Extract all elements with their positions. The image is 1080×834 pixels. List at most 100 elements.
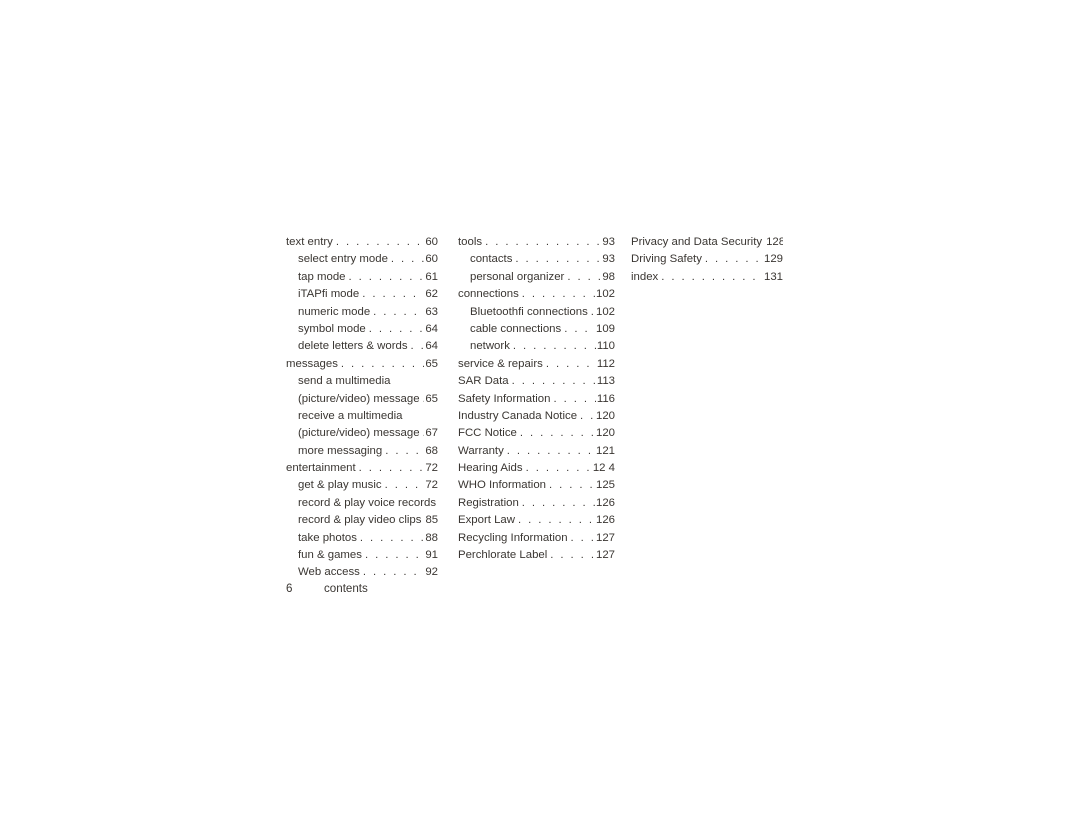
toc-entry[interactable]: Warranty 121 <box>458 443 615 460</box>
toc-entry-page-number: 131 <box>763 270 783 283</box>
toc-entry[interactable]: fun & games 91 <box>286 547 438 564</box>
toc-entry-page-number: 62 <box>425 288 438 301</box>
toc-entry[interactable]: Recycling Information 127 <box>458 530 615 547</box>
toc-entry-label: tap mode <box>298 270 346 283</box>
toc-dot-leader <box>385 443 424 460</box>
toc-entry[interactable]: send a multimedia <box>286 373 438 390</box>
toc-entry[interactable]: Safety Information 116 <box>458 391 615 408</box>
toc-dot-leader <box>567 269 601 286</box>
toc-entry[interactable]: personal organizer 98 <box>458 269 615 286</box>
toc-dot-leader <box>391 251 424 268</box>
toc-dot-leader <box>359 460 425 477</box>
toc-entry[interactable]: index 131 <box>631 269 783 286</box>
toc-entry[interactable]: connections 102 <box>458 286 615 303</box>
toc-column-2: tools 93 contacts 93 personal organizer 98 con… <box>458 234 615 564</box>
toc-entry-label: Web access <box>298 566 360 579</box>
toc-entry-page-number: 127 <box>595 531 615 544</box>
toc-entry-label: entertainment <box>286 462 356 475</box>
toc-entry-label: service & repairs <box>458 357 543 370</box>
toc-entry[interactable]: symbol mode 64 <box>286 321 438 338</box>
toc-entry-label: more messaging <box>298 444 383 457</box>
toc-dot-leader <box>411 338 425 355</box>
toc-dot-leader <box>553 391 595 408</box>
toc-dot-leader <box>526 460 592 477</box>
toc-entry-page-number: 102 <box>595 288 615 301</box>
toc-entry-page-number: 65 <box>425 357 438 370</box>
toc-entry[interactable]: record & play voice records84 <box>286 495 438 512</box>
toc-entry[interactable]: Driving Safety 129 <box>631 251 783 268</box>
toc-entry[interactable]: text entry 60 <box>286 234 438 251</box>
toc-entry-label: Perchlorate Label <box>458 549 548 562</box>
toc-dot-leader <box>507 443 595 460</box>
toc-entry[interactable]: (picture/video) message 65 <box>286 391 438 408</box>
toc-entry[interactable]: more messaging 68 <box>286 443 438 460</box>
toc-entry-label: contacts <box>470 253 513 266</box>
toc-dot-leader <box>705 251 763 268</box>
toc-entry-page-number: 61 <box>425 270 438 283</box>
folio-page-number: 6 <box>286 582 293 595</box>
toc-entry[interactable]: Perchlorate Label 127 <box>458 547 615 564</box>
toc-entry[interactable]: Web access 92 <box>286 564 438 581</box>
toc-entry[interactable]: select entry mode 60 <box>286 251 438 268</box>
toc-entry-label: numeric mode <box>298 305 371 318</box>
toc-entry[interactable]: FCC Notice 120 <box>458 425 615 442</box>
toc-entry-page-number: 120 <box>595 409 615 422</box>
toc-entry[interactable]: iTAPfi mode 62 <box>286 286 438 303</box>
toc-dot-leader <box>513 338 596 355</box>
toc-entry[interactable]: record & play video clips 85 <box>286 512 438 529</box>
toc-entry[interactable]: cable connections 109 <box>458 321 615 338</box>
toc-entry-page-number: 121 <box>595 444 615 457</box>
toc-dot-leader <box>522 286 595 303</box>
toc-entry[interactable]: get & play music 72 <box>286 477 438 494</box>
toc-entry-page-number: 125 <box>595 479 615 492</box>
toc-entry[interactable]: network 110 <box>458 338 615 355</box>
toc-entry[interactable]: entertainment 72 <box>286 460 438 477</box>
toc-entry[interactable]: (picture/video) message 67 <box>286 425 438 442</box>
toc-entry-page-number: 91 <box>425 549 438 562</box>
toc-dot-leader <box>360 530 424 547</box>
toc-dot-leader <box>385 477 425 494</box>
toc-dot-leader <box>373 304 424 321</box>
toc-entry[interactable]: messages 65 <box>286 356 438 373</box>
toc-entry[interactable]: tools 93 <box>458 234 615 251</box>
toc-entry-label: symbol mode <box>298 322 366 335</box>
toc-dot-leader <box>349 269 425 286</box>
toc-dot-leader <box>564 321 595 338</box>
toc-entry[interactable]: delete letters & words 64 <box>286 338 438 355</box>
toc-entry[interactable]: WHO Information 125 <box>458 477 615 494</box>
toc-entry-page-number: 93 <box>602 253 615 266</box>
toc-entry[interactable]: receive a multimedia <box>286 408 438 425</box>
toc-entry-page-number: 63 <box>425 305 438 318</box>
toc-entry[interactable]: contacts 93 <box>458 251 615 268</box>
toc-entry[interactable]: service & repairs 112 <box>458 356 615 373</box>
toc-entry[interactable]: SAR Data 113 <box>458 373 615 390</box>
toc-entry-page-number: 68 <box>425 444 438 457</box>
toc-entry-label: Industry Canada Notice <box>458 409 578 422</box>
toc-entry-page-number: 64 <box>425 322 438 335</box>
toc-entry[interactable]: take photos 88 <box>286 530 438 547</box>
toc-dot-leader <box>571 530 595 547</box>
toc-entry-page-number: 120 <box>595 427 615 440</box>
toc-entry[interactable]: Privacy and Data Security 128 <box>631 234 783 251</box>
toc-entry[interactable]: numeric mode 63 <box>286 304 438 321</box>
toc-entry[interactable]: Export Law 126 <box>458 512 615 529</box>
toc-entry[interactable]: Hearing Aids 12 4 <box>458 460 615 477</box>
toc-entry-label: record & play voice records <box>298 496 437 509</box>
toc-entry[interactable]: Registration 126 <box>458 495 615 512</box>
toc-dot-leader <box>423 391 425 408</box>
toc-entry[interactable]: tap mode 61 <box>286 269 438 286</box>
toc-dot-leader <box>591 304 595 321</box>
toc-dot-leader <box>661 269 763 286</box>
toc-entry-label: text entry <box>286 236 333 248</box>
toc-entry-page-number: 93 <box>602 236 615 248</box>
toc-dot-leader <box>522 495 595 512</box>
toc-entry-label: fun & games <box>298 549 362 562</box>
toc-entry-label: record & play video clips <box>298 514 422 527</box>
toc-dot-leader <box>518 512 595 529</box>
toc-entry-page-number: 116 <box>596 392 615 405</box>
toc-entry-page-number: 112 <box>596 357 615 370</box>
toc-entry[interactable]: Bluetoothfi connections 102 <box>458 304 615 321</box>
toc-entry[interactable]: Industry Canada Notice 120 <box>458 408 615 425</box>
toc-dot-leader <box>336 234 424 251</box>
toc-entry-label: send a multimedia <box>298 375 391 388</box>
